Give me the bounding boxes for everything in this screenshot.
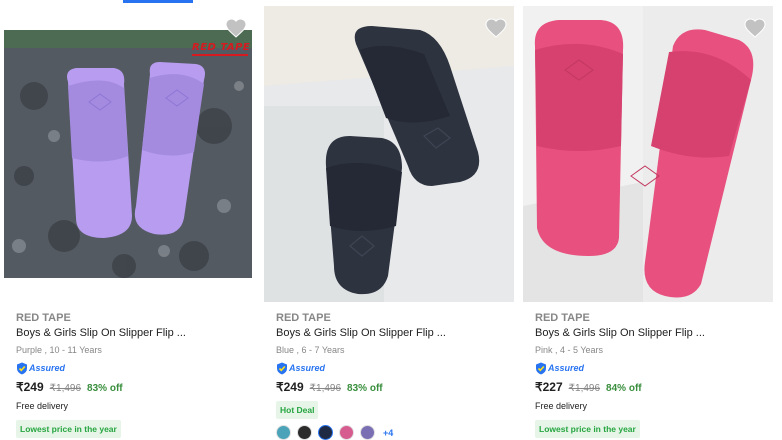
selling-price: ₹249 [16, 380, 44, 394]
assured-shield-icon [277, 362, 287, 374]
slipper-left [534, 20, 624, 256]
product-card[interactable]: RED TAPE Boys & Girls Slip On Slipper Fl… [523, 0, 773, 438]
assured-badge: Assured [16, 361, 248, 375]
discount-percent: 83% off [87, 383, 123, 394]
selling-price: ₹227 [535, 380, 563, 394]
product-info: RED TAPE Boys & Girls Slip On Slipper Fl… [276, 312, 508, 440]
original-price: ₹1,496 [49, 383, 82, 394]
lowest-price-tag: Lowest price in the year [16, 420, 121, 438]
wishlist-heart-icon[interactable] [484, 16, 508, 40]
product-title[interactable]: Boys & Girls Slip On Slipper Flip ... [276, 327, 508, 340]
product-variant: Pink , 4 - 5 Years [535, 345, 604, 355]
hot-deal-tag: Hot Deal [276, 401, 319, 419]
product-card[interactable]: RED TAPE Boys & Girls Slip On Slipper Fl… [264, 0, 514, 440]
original-price: ₹1,496 [568, 383, 601, 394]
product-photo [523, 6, 773, 302]
assured-text: Assured [289, 363, 326, 373]
assured-badge: Assured [276, 361, 508, 375]
product-variant: Blue , 6 - 7 Years [276, 345, 345, 355]
product-card[interactable]: RED TAPE RED TAPE Boys & Girls Slip On S… [4, 0, 254, 438]
slipper-left [67, 68, 132, 238]
product-title[interactable]: Boys & Girls Slip On Slipper Flip ... [535, 327, 767, 340]
product-image[interactable]: RED TAPE [4, 6, 254, 302]
product-image[interactable] [523, 6, 773, 302]
brand-logo: RED TAPE [192, 42, 250, 56]
product-brand: RED TAPE [276, 312, 331, 324]
delivery-info: Free delivery [535, 401, 588, 411]
product-variant: Purple , 10 - 11 Years [16, 345, 102, 355]
product-brand: RED TAPE [535, 312, 590, 324]
wishlist-heart-icon[interactable] [224, 16, 248, 40]
discount-percent: 84% off [606, 383, 642, 394]
discount-percent: 83% off [347, 383, 383, 394]
product-info: RED TAPE Boys & Girls Slip On Slipper Fl… [16, 312, 248, 438]
wishlist-heart-icon[interactable] [743, 16, 767, 40]
assured-badge: Assured [535, 361, 767, 375]
assured-text: Assured [29, 363, 66, 373]
price-row: ₹249 ₹1,496 83% off [16, 380, 248, 394]
product-image[interactable] [264, 6, 514, 302]
more-colors-link[interactable]: +4 [383, 428, 393, 438]
product-info: RED TAPE Boys & Girls Slip On Slipper Fl… [535, 312, 767, 438]
selling-price: ₹249 [276, 380, 304, 394]
assured-text: Assured [548, 363, 585, 373]
product-title[interactable]: Boys & Girls Slip On Slipper Flip ... [16, 327, 248, 340]
product-brand: RED TAPE [16, 312, 71, 324]
original-price: ₹1,496 [309, 383, 342, 394]
price-row: ₹249 ₹1,496 83% off [276, 380, 508, 394]
delivery-info: Free delivery [16, 401, 69, 411]
lowest-price-tag: Lowest price in the year [535, 420, 640, 438]
price-row: ₹227 ₹1,496 84% off [535, 380, 767, 394]
product-photo [264, 6, 514, 302]
assured-shield-icon [17, 362, 27, 374]
assured-shield-icon [536, 362, 546, 374]
